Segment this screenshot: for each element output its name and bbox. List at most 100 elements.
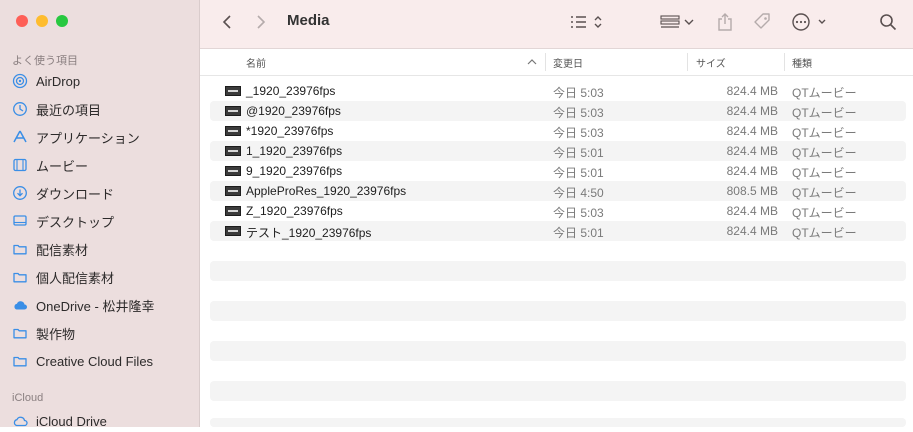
- file-kind: QTムービー: [792, 166, 857, 180]
- empty-row-stripe: [210, 341, 906, 361]
- sidebar-item-seisakubutsu[interactable]: 製作物: [12, 322, 75, 344]
- file-date: 今日 5:03: [553, 86, 604, 100]
- column-divider[interactable]: [784, 53, 785, 71]
- file-row[interactable]: AppleProRes_1920_23976fps 今日 4:50 808.5 …: [210, 181, 906, 201]
- sidebar-item-label: ダウンロード: [36, 186, 115, 202]
- sidebar-item-onedrive[interactable]: OneDrive - 松井隆幸: [12, 294, 154, 316]
- sidebar-item-label: 最近の項目: [36, 102, 102, 118]
- tag-button[interactable]: [750, 10, 774, 34]
- file-name: 1_1920_23976fps: [246, 144, 343, 158]
- sidebar-item-applications[interactable]: アプリケーション: [12, 126, 140, 148]
- file-kind: QTムービー: [792, 146, 857, 160]
- folder-icon: [12, 269, 28, 285]
- video-file-icon: [225, 186, 241, 196]
- sidebar-item-kojin-haishin-sozai[interactable]: 個人配信素材: [12, 266, 114, 288]
- video-file-icon: [225, 166, 241, 176]
- airdrop-icon: [12, 73, 28, 89]
- file-date: 今日 5:01: [553, 226, 604, 240]
- close-button[interactable]: [16, 15, 28, 27]
- sidebar-item-haishin-sozai[interactable]: 配信素材: [12, 238, 88, 260]
- file-kind: QTムービー: [792, 206, 857, 220]
- film-icon: [12, 157, 28, 173]
- list-view-icon: [571, 16, 602, 28]
- video-file-icon: [225, 226, 241, 236]
- search-button[interactable]: [877, 11, 899, 33]
- sidebar-item-label: ムービー: [36, 158, 89, 174]
- folder-icon: [12, 325, 28, 341]
- sidebar-item-label: OneDrive - 松井隆幸: [36, 298, 155, 314]
- file-name: 9_1920_23976fps: [246, 164, 343, 178]
- minimize-button[interactable]: [36, 15, 48, 27]
- sidebar-item-label: 配信素材: [36, 242, 89, 258]
- column-divider[interactable]: [545, 53, 546, 71]
- column-header-date[interactable]: 変更日: [553, 55, 583, 70]
- sidebar-item-downloads[interactable]: ダウンロード: [12, 182, 114, 204]
- file-name: @1920_23976fps: [246, 104, 341, 118]
- video-file-icon: [225, 86, 241, 96]
- apps-icon: [12, 129, 28, 145]
- column-divider[interactable]: [687, 53, 688, 71]
- sidebar-item-creative-cloud-files[interactable]: Creative Cloud Files: [12, 350, 153, 372]
- video-file-icon: [225, 126, 241, 136]
- column-header-size[interactable]: サイズ: [696, 55, 726, 70]
- file-date: 今日 5:03: [553, 206, 604, 220]
- tag-icon: [754, 13, 770, 29]
- sidebar-item-label: アプリケーション: [36, 130, 140, 146]
- view-options-button[interactable]: [568, 12, 606, 32]
- file-size: 824.4 MB: [726, 164, 778, 178]
- sidebar-item-label: デスクトップ: [36, 214, 115, 230]
- column-header: 名前 変更日 サイズ 種類: [200, 49, 913, 76]
- group-button[interactable]: [659, 12, 697, 32]
- icloud-section-title: iCloud: [12, 392, 44, 404]
- file-date: 今日 5:01: [553, 166, 604, 180]
- sidebar: よく使う項目 AirDrop 最近の項目 アプリケーション ムービー ダウンロー…: [0, 0, 200, 429]
- file-name: AppleProRes_1920_23976fps: [246, 184, 407, 198]
- file-row[interactable]: Z_1920_23976fps 今日 5:03 824.4 MB QTムービー: [210, 201, 906, 221]
- file-row[interactable]: @1920_23976fps 今日 5:03 824.4 MB QTムービー: [210, 101, 906, 121]
- file-kind: QTムービー: [792, 186, 857, 200]
- file-date: 今日 5:01: [553, 146, 604, 160]
- window-controls: [16, 15, 68, 27]
- action-button[interactable]: [790, 10, 830, 34]
- chevron-right-icon: [257, 15, 266, 29]
- file-name: Z_1920_23976fps: [246, 204, 343, 218]
- sidebar-item-label: 製作物: [36, 326, 76, 342]
- more-icon: [792, 13, 826, 31]
- file-kind: QTムービー: [792, 126, 857, 140]
- grid-icon: [660, 15, 694, 28]
- cloud-icon: [12, 297, 28, 313]
- file-kind: QTムービー: [792, 226, 857, 240]
- file-name: テスト_1920_23976fps: [246, 226, 372, 240]
- file-row[interactable]: 1_1920_23976fps 今日 5:01 824.4 MB QTムービー: [210, 141, 906, 161]
- sidebar-item-airdrop[interactable]: AirDrop: [12, 70, 80, 92]
- zoom-button[interactable]: [56, 15, 68, 27]
- file-date: 今日 5:03: [553, 126, 604, 140]
- back-button[interactable]: [218, 12, 236, 32]
- sidebar-item-icloud-drive[interactable]: iCloud Drive: [12, 410, 107, 432]
- favorites-section-title: よく使う項目: [12, 55, 78, 67]
- file-size: 824.4 MB: [726, 204, 778, 218]
- file-row[interactable]: _1920_23976fps 今日 5:03 824.4 MB QTムービー: [210, 81, 906, 101]
- sidebar-item-desktop[interactable]: デスクトップ: [12, 210, 114, 232]
- file-date: 今日 5:03: [553, 106, 604, 120]
- file-row[interactable]: *1920_23976fps 今日 5:03 824.4 MB QTムービー: [210, 121, 906, 141]
- file-kind: QTムービー: [792, 86, 857, 100]
- sidebar-item-label: 個人配信素材: [36, 270, 115, 286]
- file-row[interactable]: 9_1920_23976fps 今日 5:01 824.4 MB QTムービー: [210, 161, 906, 181]
- toolbar: Media: [200, 0, 913, 49]
- empty-row-stripe: [210, 301, 906, 321]
- share-icon: [718, 13, 732, 31]
- file-size: 808.5 MB: [726, 184, 778, 198]
- file-size: 824.4 MB: [726, 84, 778, 98]
- sort-ascending-icon[interactable]: [527, 58, 537, 66]
- forward-button[interactable]: [252, 12, 270, 32]
- column-header-name[interactable]: 名前: [246, 55, 266, 70]
- sidebar-item-movies[interactable]: ムービー: [12, 154, 88, 176]
- column-header-kind[interactable]: 種類: [792, 55, 812, 70]
- file-date: 今日 4:50: [553, 186, 604, 200]
- clock-icon: [12, 101, 28, 117]
- sidebar-item-recents[interactable]: 最近の項目: [12, 98, 101, 120]
- share-button[interactable]: [714, 10, 736, 34]
- chevron-left-icon: [222, 15, 231, 29]
- file-row[interactable]: テスト_1920_23976fps 今日 5:01 824.4 MB QTムービ…: [210, 221, 906, 241]
